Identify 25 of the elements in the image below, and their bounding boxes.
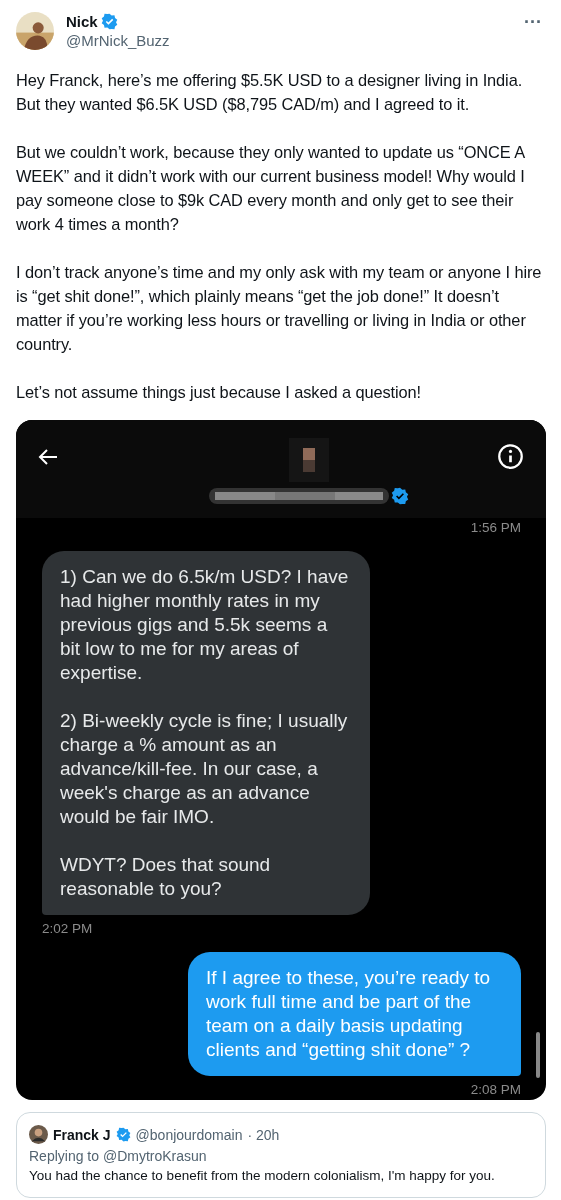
quoted-author-handle: @bonjourdomain bbox=[135, 1126, 243, 1143]
author-name[interactable]: Nick bbox=[66, 13, 98, 30]
more-button[interactable]: ··· bbox=[520, 12, 546, 33]
avatar[interactable] bbox=[16, 12, 54, 50]
message-text: WDYT? Does that sound reasonable to you? bbox=[60, 853, 272, 901]
message-text: 2) Bi-weekly cycle is fine; I usually charge a % amount as an advance/kill-fee. In our case, a week's charge as an advance would be fair IMO. bbox=[60, 709, 349, 829]
message-text: If I agree to these, you’re ready to work full time and be part of the team on a daily basis updating clients and “getting shit done” ? bbox=[206, 966, 492, 1062]
tweet-paragraph: I don’t track anyone’s time and my only ask with my team or anyone I hire is “get shit done!”, which plainly means “get the job done!” It doesn’t matter if you’re working less hours or travelling or living in India or other country. bbox=[16, 262, 543, 355]
quoted-tweet-text: You had the chance to benefit from the modern colonialism, I'm happy for you. bbox=[29, 1168, 496, 1183]
blurred-avatar-drawing bbox=[288, 438, 329, 482]
message-time: 2:08 PM bbox=[470, 1082, 521, 1097]
info-icon bbox=[497, 443, 524, 470]
tweet-paragraph: Let’s not assume things just because I asked a question! bbox=[16, 382, 423, 403]
scrollbar bbox=[536, 1032, 540, 1078]
message-time: 2:02 PM bbox=[42, 921, 93, 936]
author-handle[interactable]: @MrNick_Buzz bbox=[66, 32, 508, 49]
message-text: 1) Can we do 6.5k/m USD? I have had higher monthly rates in my previous gigs and 5.5k seems a bit low to me for my areas of expertise. bbox=[60, 565, 350, 685]
avatar bbox=[29, 1125, 48, 1144]
quoted-author-name: Franck J bbox=[53, 1126, 111, 1143]
replying-to-text: Replying to @DmytroKrasun bbox=[29, 1148, 208, 1164]
quoted-tweet[interactable]: Franck J @bonjourdomain · 20h Replying to @DmytroKrasun You had the chance to benefit from the modern colonialism, I'm happy for you. bbox=[16, 1112, 546, 1198]
tweet-paragraph: But we couldn’t work, because they only wanted to update us “ONCE A WEEK” and it didn’t work with our current business model! Why would I pay someone close to $9k CAD every month and only get to see their work 4 times a month? bbox=[16, 142, 526, 235]
tweet-paragraph: Hey Franck, here’s me offering $5.5K USD to a designer living in India. But they wanted $6.5K USD ($8,795 CAD/m) and I agreed to it. bbox=[16, 70, 524, 115]
quoted-tweet-time: · 20h bbox=[247, 1126, 280, 1143]
message-time: 1:56 PM bbox=[470, 520, 521, 535]
